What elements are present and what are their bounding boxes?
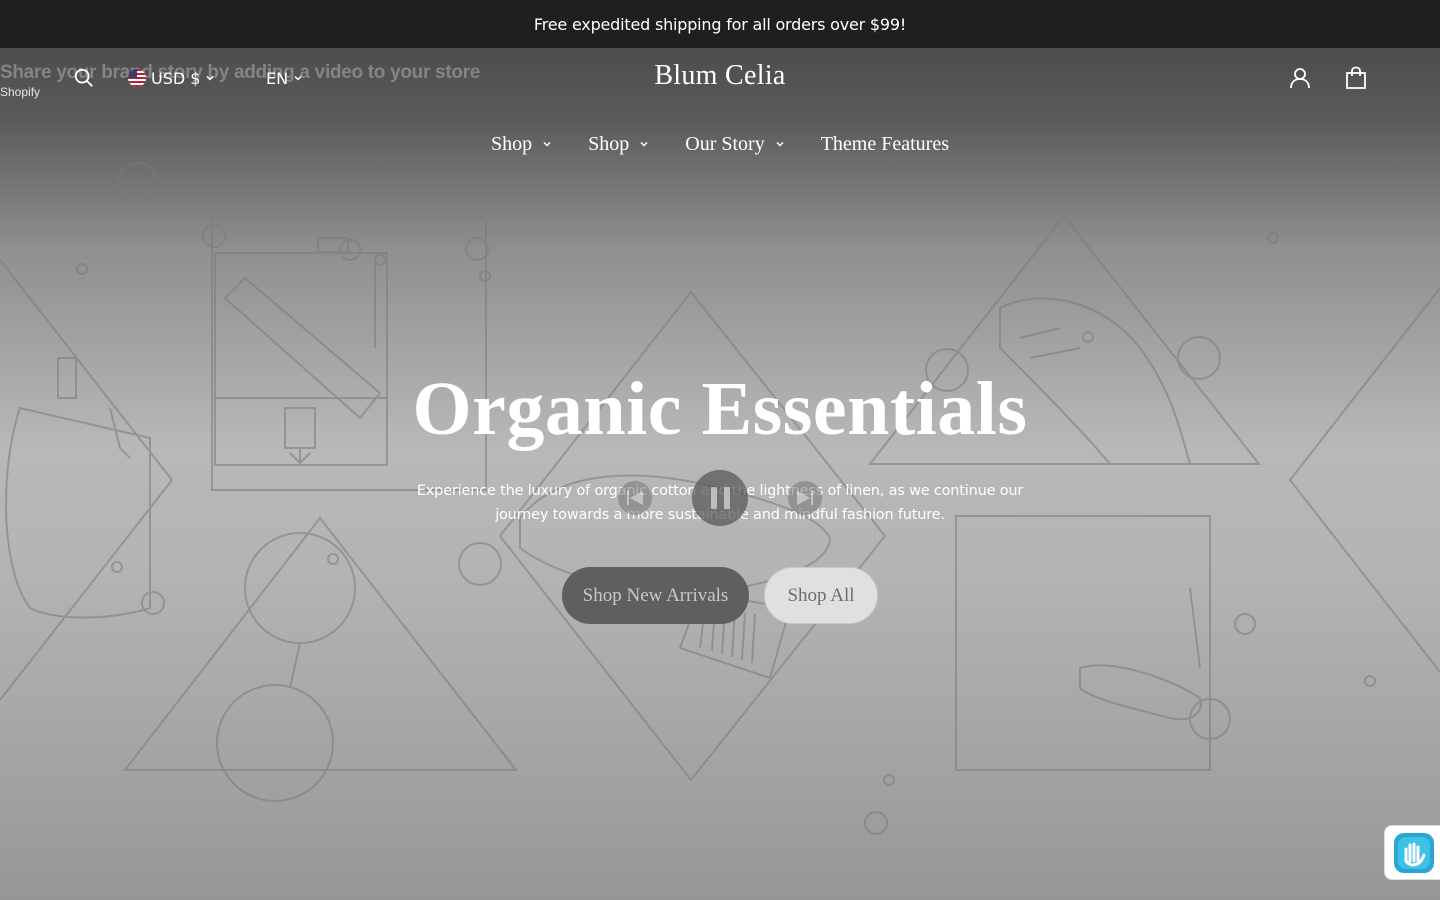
nav-item-shop-2[interactable]: Shop — [588, 128, 649, 160]
pause-button[interactable] — [692, 470, 748, 526]
nav-item-label: Shop — [588, 132, 630, 155]
pause-icon-bar — [710, 487, 717, 509]
shop-all-button[interactable]: Shop All — [764, 567, 878, 624]
cart-icon[interactable] — [1344, 66, 1368, 90]
pause-icon-bar — [723, 487, 730, 509]
nav-item-label: Theme Features — [820, 132, 949, 155]
video-source[interactable]: Shopify — [0, 85, 40, 99]
video-title[interactable]: Share your brand story by adding a video… — [0, 62, 480, 84]
store-logo[interactable]: Blum Celia — [560, 60, 880, 92]
language-label: EN — [266, 68, 289, 88]
currency-selector[interactable]: USD $ — [128, 66, 215, 90]
us-flag-icon — [128, 69, 146, 87]
announcement-bar: Free expedited shipping for all orders o… — [0, 0, 1440, 48]
accessibility-widget[interactable] — [1384, 825, 1440, 880]
nav-item-label: Our Story — [685, 132, 765, 155]
nav-item-theme-features[interactable]: Theme Features — [821, 128, 949, 160]
announcement-text: Free expedited shipping for all orders o… — [533, 14, 907, 34]
nav-item-shop[interactable]: Shop — [491, 128, 552, 160]
nav-item-our-story[interactable]: Our Story — [685, 128, 784, 160]
hero-headline: Organic Essentials — [412, 367, 1028, 451]
hero-video-section: Share your brand story by adding a video… — [0, 48, 1440, 900]
chevron-down-icon — [640, 141, 648, 147]
chevron-down-icon — [543, 141, 551, 147]
chevron-down-icon — [776, 141, 784, 147]
nav-item-label: Shop — [491, 132, 533, 155]
chevron-down-icon — [294, 75, 302, 81]
account-icon[interactable] — [1288, 66, 1312, 90]
search-icon[interactable] — [73, 67, 95, 89]
accessibility-hand-icon — [1394, 832, 1434, 873]
main-navigation: Shop Shop Our Story Theme Features — [0, 128, 1440, 160]
previous-icon[interactable] — [617, 480, 653, 516]
next-icon[interactable] — [787, 480, 823, 516]
shop-new-arrivals-button[interactable]: Shop New Arrivals — [562, 567, 749, 624]
currency-label: USD $ — [151, 68, 201, 88]
chevron-down-icon — [206, 75, 214, 81]
language-selector[interactable]: EN — [266, 66, 303, 90]
